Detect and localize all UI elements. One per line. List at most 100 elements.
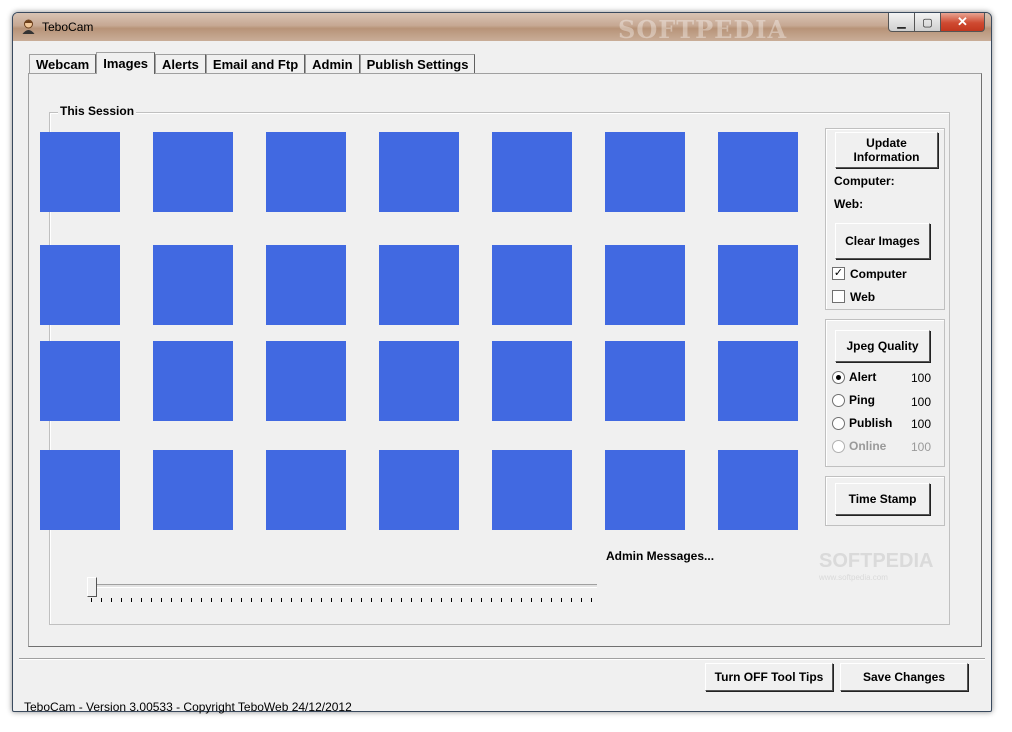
slider-tick — [111, 598, 112, 602]
slider-tick — [591, 598, 592, 602]
image-thumbnail[interactable] — [492, 450, 572, 530]
slider-tick — [101, 598, 102, 602]
watermark: SOFTPEDIA — [618, 15, 788, 44]
window-title: TeboCam — [42, 20, 94, 34]
tab-images[interactable]: Images — [96, 52, 156, 74]
slider-tick — [401, 598, 402, 602]
slider-tick — [251, 598, 252, 602]
slider-tick — [351, 598, 352, 602]
image-thumbnail[interactable] — [492, 132, 572, 212]
slider-tick — [491, 598, 492, 602]
computer-label: Computer: — [834, 174, 895, 188]
slider-tick — [521, 598, 522, 602]
slider-tick — [201, 598, 202, 602]
alert-quality-value: 100 — [911, 371, 932, 385]
web-checkbox-label[interactable]: Web — [850, 290, 875, 304]
image-thumbnail[interactable] — [40, 132, 120, 212]
slider-tick — [371, 598, 372, 602]
image-thumbnail[interactable] — [40, 450, 120, 530]
image-thumbnail[interactable] — [718, 132, 798, 212]
webcam-user-icon — [22, 19, 35, 34]
image-thumbnail[interactable] — [718, 245, 798, 325]
image-thumbnail[interactable] — [492, 245, 572, 325]
update-information-button[interactable]: Update Information — [835, 132, 938, 168]
slider-ticks — [91, 598, 597, 604]
slider-tick — [501, 598, 502, 602]
title-bar[interactable]: TeboCam SOFTPEDIA ▁ ▢ ✕ — [13, 13, 991, 44]
time-stamp-button[interactable]: Time Stamp — [835, 483, 930, 515]
online-quality-value: 100 — [911, 440, 932, 454]
turn-off-tool-tips-button[interactable]: Turn OFF Tool Tips — [705, 663, 833, 691]
image-thumbnail[interactable] — [40, 245, 120, 325]
alert-radio[interactable] — [832, 371, 845, 384]
slider-tick — [381, 598, 382, 602]
tab-publish-settings[interactable]: Publish Settings — [359, 54, 476, 74]
slider-tick — [91, 598, 92, 602]
ping-radio-label[interactable]: Ping — [849, 393, 875, 407]
tab-admin[interactable]: Admin — [305, 54, 360, 74]
slider-tick — [181, 598, 182, 602]
image-thumbnail[interactable] — [153, 132, 233, 212]
thumbnail-slider-handle[interactable] — [87, 577, 97, 597]
tab-email-and-ftp[interactable]: Email and Ftp — [205, 54, 306, 74]
clear-images-button[interactable]: Clear Images — [835, 223, 930, 259]
image-thumbnail[interactable] — [605, 450, 685, 530]
computer-checkbox-label[interactable]: Computer — [850, 267, 907, 281]
publish-quality-value: 100 — [911, 417, 932, 431]
image-thumbnail[interactable] — [266, 450, 346, 530]
image-thumbnail[interactable] — [379, 450, 459, 530]
slider-tick — [281, 598, 282, 602]
slider-tick — [441, 598, 442, 602]
ping-radio[interactable] — [832, 394, 845, 407]
image-thumbnail[interactable] — [718, 450, 798, 530]
publish-radio-label[interactable]: Publish — [849, 416, 892, 430]
watermark-overlay-sub: www.softpedia.com — [819, 573, 888, 582]
image-thumbnail[interactable] — [153, 245, 233, 325]
publish-radio[interactable] — [832, 417, 845, 430]
tab-alerts[interactable]: Alerts — [155, 54, 206, 74]
image-thumbnail[interactable] — [266, 341, 346, 421]
maximize-button[interactable]: ▢ — [915, 13, 941, 32]
slider-tick — [221, 598, 222, 602]
image-thumbnail[interactable] — [492, 341, 572, 421]
jpeg-quality-button[interactable]: Jpeg Quality — [835, 330, 930, 362]
watermark-overlay-main: SOFTPEDIA — [819, 550, 934, 572]
web-checkbox[interactable] — [832, 290, 845, 303]
tab-strip: Webcam Images Alerts Email and Ftp Admin… — [29, 52, 476, 74]
image-thumbnail[interactable] — [153, 450, 233, 530]
image-thumbnail[interactable] — [605, 341, 685, 421]
image-thumbnail[interactable] — [605, 245, 685, 325]
slider-tick — [211, 598, 212, 602]
online-radio-label: Online — [849, 439, 887, 453]
thumbnail-slider-track[interactable] — [91, 584, 597, 588]
slider-tick — [331, 598, 332, 602]
slider-tick — [321, 598, 322, 602]
image-thumbnail[interactable] — [718, 341, 798, 421]
slider-tick — [151, 598, 152, 602]
image-thumbnail[interactable] — [379, 341, 459, 421]
alert-radio-label[interactable]: Alert — [849, 370, 876, 384]
computer-checkbox[interactable]: ✓ — [832, 267, 845, 280]
close-button[interactable]: ✕ — [941, 13, 985, 32]
slider-tick — [461, 598, 462, 602]
slider-tick — [361, 598, 362, 602]
online-radio — [832, 440, 845, 453]
slider-tick — [271, 598, 272, 602]
image-thumbnail[interactable] — [266, 245, 346, 325]
image-thumbnail[interactable] — [379, 245, 459, 325]
this-session-title: This Session — [58, 104, 137, 118]
slider-tick — [191, 598, 192, 602]
minimize-button[interactable]: ▁ — [888, 13, 915, 32]
save-changes-button[interactable]: Save Changes — [840, 663, 968, 691]
image-thumbnail[interactable] — [605, 132, 685, 212]
image-thumbnail[interactable] — [40, 341, 120, 421]
image-thumbnail[interactable] — [153, 341, 233, 421]
slider-tick — [141, 598, 142, 602]
slider-tick — [471, 598, 472, 602]
slider-tick — [571, 598, 572, 602]
tab-webcam[interactable]: Webcam — [29, 54, 97, 74]
image-thumbnail[interactable] — [379, 132, 459, 212]
web-label: Web: — [834, 197, 864, 211]
app-window: TeboCam SOFTPEDIA ▁ ▢ ✕ Webcam Images Al… — [12, 12, 992, 714]
image-thumbnail[interactable] — [266, 132, 346, 212]
